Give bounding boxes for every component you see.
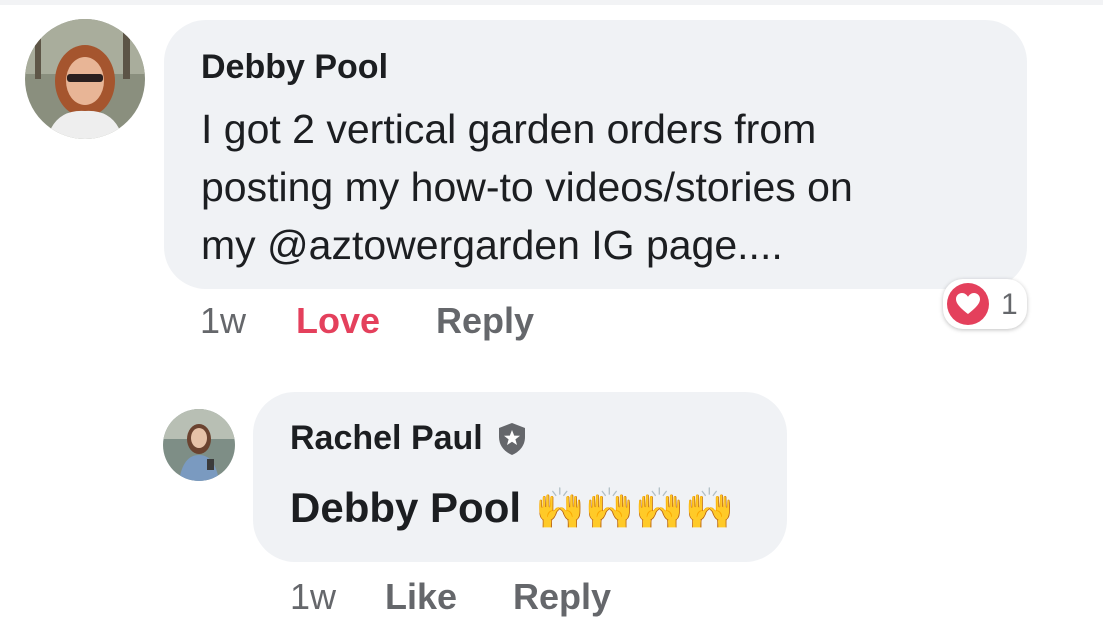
raising-hands-emoji: 🙌🙌🙌🙌 — [535, 486, 735, 531]
reply-author-row: Rachel Paul — [290, 419, 527, 458]
debby-avatar[interactable] — [25, 19, 145, 139]
star-shield-icon — [497, 422, 527, 456]
reply-author[interactable]: Rachel Paul — [290, 419, 483, 458]
reply-text: Debby Pool 🙌🙌🙌🙌 — [290, 484, 734, 532]
love-button[interactable]: Love — [296, 300, 380, 342]
reaction-count: 1 — [1001, 288, 1018, 321]
rachel-avatar[interactable] — [163, 409, 235, 481]
mention-link[interactable]: Debby Pool — [290, 484, 521, 532]
reply-time[interactable]: 1w — [290, 576, 336, 618]
top-divider — [0, 0, 1103, 5]
comment-author[interactable]: Debby Pool — [201, 48, 388, 87]
comment-actions: 1w Love Reply — [200, 300, 700, 342]
reply-bubble: Rachel Paul Debby Pool 🙌🙌🙌🙌 — [253, 392, 787, 562]
reply-button[interactable]: Reply — [436, 300, 534, 342]
heart-icon — [947, 283, 989, 325]
comment-line: posting my how-to videos/stories on — [201, 164, 853, 210]
comment-time[interactable]: 1w — [200, 300, 246, 342]
like-button[interactable]: Like — [385, 576, 457, 618]
comment-text: I got 2 vertical garden orders from post… — [201, 100, 853, 274]
comment-line: I got 2 vertical garden orders from — [201, 106, 817, 152]
reaction-summary[interactable]: 1 — [943, 279, 1027, 329]
comment-line: my @aztowergarden IG page.... — [201, 222, 783, 268]
reply-reply-button[interactable]: Reply — [513, 576, 611, 618]
comment-bubble: Debby Pool I got 2 vertical garden order… — [164, 20, 1027, 289]
reply-actions: 1w Like Reply — [290, 576, 740, 618]
